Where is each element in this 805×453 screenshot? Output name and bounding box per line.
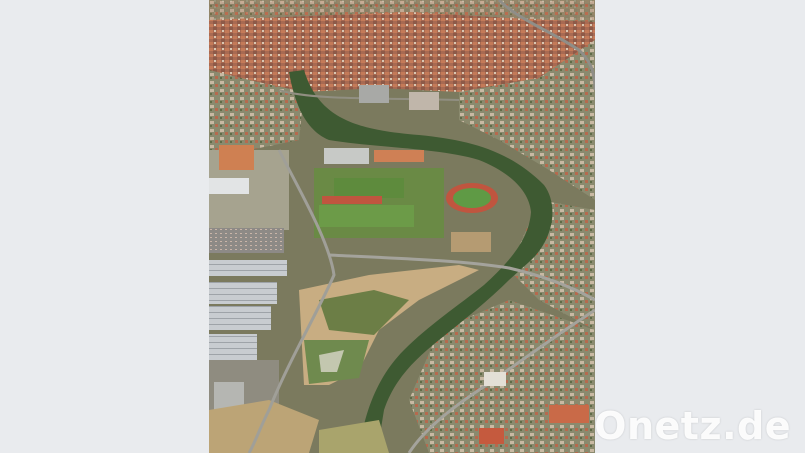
- watermark-logo: Onetz.de: [594, 404, 791, 448]
- page-canvas: Onetz.de: [0, 0, 805, 453]
- aerial-city-photo: [209, 0, 595, 453]
